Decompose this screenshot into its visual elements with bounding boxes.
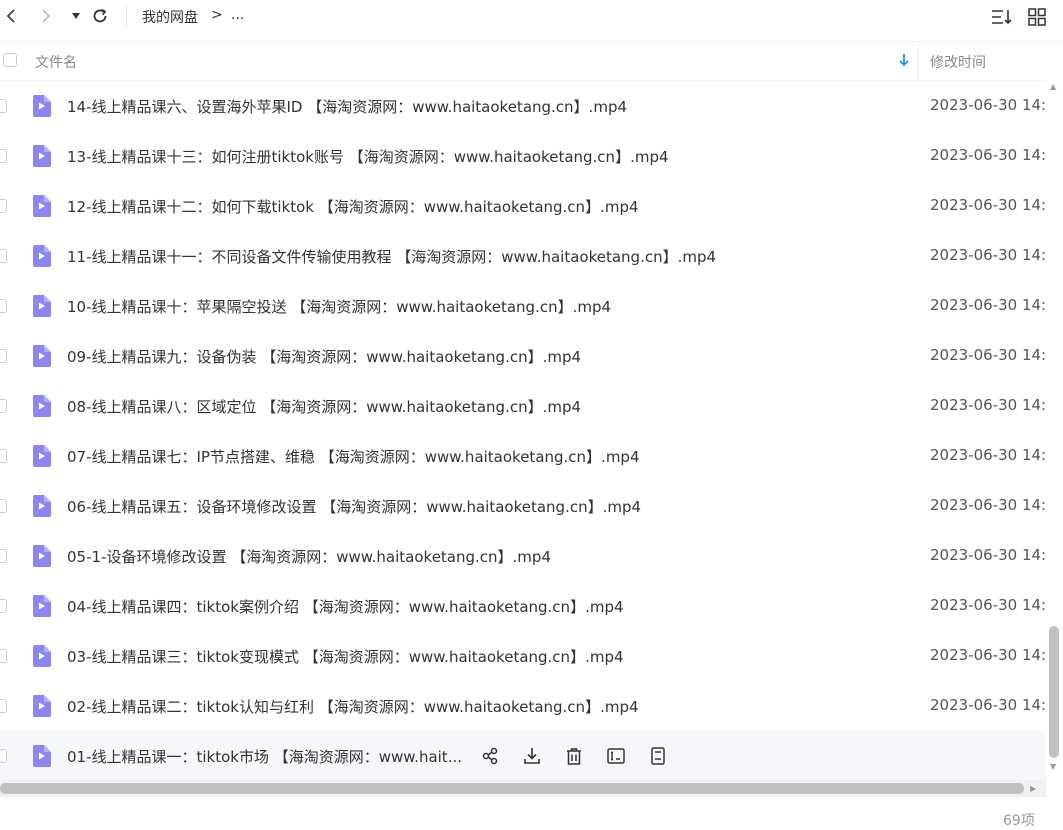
breadcrumb-separator: > bbox=[211, 7, 223, 23]
modified-time: 2023-06-30 14: bbox=[930, 596, 1046, 614]
column-header-modified[interactable]: 修改时间 bbox=[930, 52, 986, 72]
column-divider[interactable] bbox=[918, 42, 919, 80]
file-name[interactable]: 03-线上精品课三：tiktok变现模式 【海淘资源网：www.haitaoke… bbox=[67, 646, 624, 667]
video-file-icon bbox=[31, 695, 51, 717]
download-icon[interactable] bbox=[520, 744, 544, 768]
scroll-up-arrow-icon[interactable]: ▲ bbox=[1050, 82, 1056, 91]
video-file-icon bbox=[31, 495, 51, 517]
row-checkbox[interactable] bbox=[0, 149, 7, 163]
video-file-icon bbox=[31, 145, 51, 167]
modified-time: 2023-06-30 14: bbox=[930, 496, 1046, 514]
delete-icon[interactable] bbox=[562, 744, 586, 768]
breadcrumb-more[interactable]: ... bbox=[231, 7, 244, 23]
scroll-down-arrow-icon[interactable]: ▼ bbox=[1050, 762, 1056, 771]
vertical-scrollbar-thumb[interactable] bbox=[1049, 626, 1059, 758]
table-row[interactable]: 01-线上精品课一：tiktok市场 【海淘资源网：www.hait... bbox=[0, 731, 1046, 781]
modified-time: 2023-06-30 14: bbox=[930, 396, 1046, 414]
modified-time: 2023-06-30 14: bbox=[930, 696, 1046, 714]
file-name[interactable]: 08-线上精品课八：区域定位 【海淘资源网：www.haitaoketang.c… bbox=[67, 396, 581, 417]
modified-time: 2023-06-30 14: bbox=[930, 346, 1046, 364]
row-actions bbox=[478, 744, 670, 768]
modified-time: 2023-06-30 14: bbox=[930, 296, 1046, 314]
row-checkbox[interactable] bbox=[0, 549, 7, 563]
back-icon[interactable] bbox=[0, 5, 22, 27]
modified-time: 2023-06-30 14: bbox=[930, 546, 1046, 564]
video-file-icon bbox=[31, 645, 51, 667]
grid-view-icon[interactable] bbox=[1025, 6, 1049, 28]
row-checkbox[interactable] bbox=[0, 199, 7, 213]
column-header-name[interactable]: 文件名 bbox=[35, 52, 77, 72]
table-header: 文件名 修改时间 bbox=[0, 41, 1063, 81]
video-file-icon bbox=[31, 395, 51, 417]
row-checkbox[interactable] bbox=[0, 249, 7, 263]
file-name[interactable]: 13-线上精品课十三：如何注册tiktok账号 【海淘资源网：www.haita… bbox=[67, 146, 669, 167]
table-row[interactable]: 04-线上精品课四：tiktok案例介绍 【海淘资源网：www.haitaoke… bbox=[0, 581, 1046, 631]
forward-icon[interactable] bbox=[35, 5, 57, 27]
file-name[interactable]: 14-线上精品课六、设置海外苹果ID 【海淘资源网：www.haitaoketa… bbox=[67, 96, 627, 117]
file-name[interactable]: 10-线上精品课十：苹果隔空投送 【海淘资源网：www.haitaoketang… bbox=[67, 296, 611, 317]
table-row[interactable]: 12-线上精品课十二：如何下载tiktok 【海淘资源网：www.haitaok… bbox=[0, 181, 1046, 231]
table-row[interactable]: 08-线上精品课八：区域定位 【海淘资源网：www.haitaoketang.c… bbox=[0, 381, 1046, 431]
modified-time: 2023-06-30 14: bbox=[930, 446, 1046, 464]
table-row[interactable]: 10-线上精品课十：苹果隔空投送 【海淘资源网：www.haitaoketang… bbox=[0, 281, 1046, 331]
table-row[interactable]: 06-线上精品课五：设备环境修改设置 【海淘资源网：www.haitaoketa… bbox=[0, 481, 1046, 531]
video-file-icon bbox=[31, 195, 51, 217]
row-checkbox[interactable] bbox=[0, 99, 7, 113]
video-file-icon bbox=[31, 295, 51, 317]
row-checkbox[interactable] bbox=[0, 749, 7, 763]
refresh-icon[interactable] bbox=[89, 5, 111, 27]
modified-time: 2023-06-30 14: bbox=[930, 196, 1046, 214]
item-count: 69项 bbox=[1003, 813, 1035, 829]
modified-time: 2023-06-30 14: bbox=[930, 96, 1046, 114]
sort-icon[interactable] bbox=[990, 6, 1014, 28]
row-checkbox[interactable] bbox=[0, 699, 7, 713]
video-file-icon bbox=[31, 445, 51, 467]
file-name[interactable]: 11-线上精品课十一：不同设备文件传输使用教程 【海淘资源网：www.haita… bbox=[67, 246, 716, 267]
history-dropdown-icon[interactable] bbox=[65, 5, 87, 27]
scroll-right-arrow-icon[interactable]: ▶ bbox=[1030, 784, 1036, 793]
file-name[interactable]: 07-线上精品课七：IP节点搭建、维稳 【海淘资源网：www.haitaoket… bbox=[67, 446, 640, 467]
table-row[interactable]: 13-线上精品课十三：如何注册tiktok账号 【海淘资源网：www.haita… bbox=[0, 131, 1046, 181]
more-actions-icon[interactable] bbox=[646, 744, 670, 768]
modified-time: 2023-06-30 14: bbox=[930, 646, 1046, 664]
share-icon[interactable] bbox=[478, 744, 502, 768]
table-row[interactable]: 11-线上精品课十一：不同设备文件传输使用教程 【海淘资源网：www.haita… bbox=[0, 231, 1046, 281]
table-row[interactable]: 07-线上精品课七：IP节点搭建、维稳 【海淘资源网：www.haitaoket… bbox=[0, 431, 1046, 481]
row-checkbox[interactable] bbox=[0, 649, 7, 663]
table-row[interactable]: 03-线上精品课三：tiktok变现模式 【海淘资源网：www.haitaoke… bbox=[0, 631, 1046, 681]
file-name[interactable]: 02-线上精品课二：tiktok认知与红利 【海淘资源网：www.haitaok… bbox=[67, 696, 639, 717]
file-name[interactable]: 09-线上精品课九：设备伪装 【海淘资源网：www.haitaoketang.c… bbox=[67, 346, 581, 367]
modified-time: 2023-06-30 14: bbox=[930, 146, 1046, 164]
rename-icon[interactable] bbox=[604, 744, 628, 768]
table-row[interactable]: 05-1-设备环境修改设置 【海淘资源网：www.haitaoketang.cn… bbox=[0, 531, 1046, 581]
file-name[interactable]: 01-线上精品课一：tiktok市场 【海淘资源网：www.hait... bbox=[67, 746, 462, 767]
horizontal-scrollbar-thumb[interactable] bbox=[0, 783, 1024, 794]
video-file-icon bbox=[31, 595, 51, 617]
breadcrumb-root[interactable]: 我的网盘 bbox=[142, 7, 198, 27]
row-checkbox[interactable] bbox=[0, 299, 7, 313]
video-file-icon bbox=[31, 745, 51, 767]
video-file-icon bbox=[31, 245, 51, 267]
file-name[interactable]: 12-线上精品课十二：如何下载tiktok 【海淘资源网：www.haitaok… bbox=[67, 196, 639, 217]
modified-time: 2023-06-30 14: bbox=[930, 246, 1046, 264]
video-file-icon bbox=[31, 545, 51, 567]
select-all-checkbox[interactable] bbox=[3, 53, 17, 67]
table-row[interactable]: 09-线上精品课九：设备伪装 【海淘资源网：www.haitaoketang.c… bbox=[0, 331, 1046, 381]
table-row[interactable]: 02-线上精品课二：tiktok认知与红利 【海淘资源网：www.haitaok… bbox=[0, 681, 1046, 731]
sort-desc-icon[interactable] bbox=[898, 52, 910, 71]
row-checkbox[interactable] bbox=[0, 449, 7, 463]
table-row[interactable]: 14-线上精品课六、设置海外苹果ID 【海淘资源网：www.haitaoketa… bbox=[0, 81, 1046, 131]
row-checkbox[interactable] bbox=[0, 399, 7, 413]
file-name[interactable]: 05-1-设备环境修改设置 【海淘资源网：www.haitaoketang.cn… bbox=[67, 546, 551, 567]
row-checkbox[interactable] bbox=[0, 599, 7, 613]
file-name[interactable]: 04-线上精品课四：tiktok案例介绍 【海淘资源网：www.haitaoke… bbox=[67, 596, 624, 617]
toolbar-separator bbox=[126, 6, 127, 28]
video-file-icon bbox=[31, 95, 51, 117]
row-checkbox[interactable] bbox=[0, 349, 7, 363]
row-checkbox[interactable] bbox=[0, 499, 7, 513]
toolbar: 我的网盘 > ... bbox=[0, 0, 1063, 34]
file-name[interactable]: 06-线上精品课五：设备环境修改设置 【海淘资源网：www.haitaoketa… bbox=[67, 496, 641, 517]
video-file-icon bbox=[31, 345, 51, 367]
